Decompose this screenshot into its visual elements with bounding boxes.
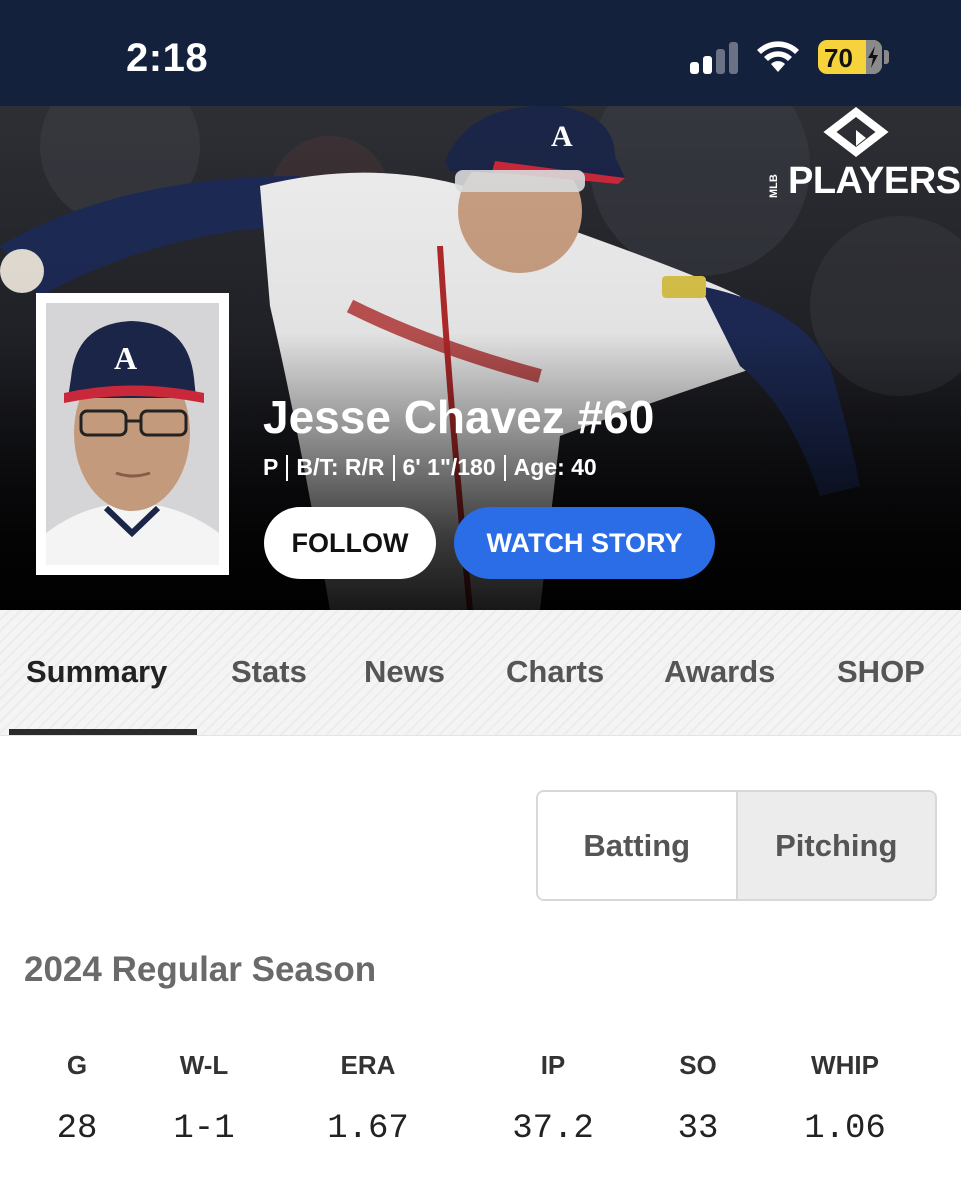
season-title: 2024 Regular Season — [24, 950, 377, 989]
status-time: 2:18 — [126, 36, 209, 80]
active-tab-indicator — [9, 729, 197, 735]
stat-column: ERA 1.67 — [298, 1040, 438, 1148]
stat-column: IP 37.2 — [483, 1040, 623, 1148]
stat-column: G 28 — [7, 1040, 147, 1148]
battery-percent: 70 — [824, 43, 853, 73]
pitching-toggle-button[interactable]: Pitching — [735, 792, 935, 899]
meta-divider — [286, 454, 289, 481]
season-stats-table: G 28 W-L 1-1 ERA 1.67 IP 37.2 SO 33 WHIP… — [0, 1040, 961, 1170]
profile-tabs: Summary Stats News Charts Awards SHOP — [0, 610, 961, 736]
watch-story-button[interactable]: WATCH STORY — [454, 507, 715, 579]
player-meta: P B/T: R/R 6' 1"/180 Age: 40 — [263, 454, 597, 481]
player-position: P — [263, 454, 279, 480]
tab-news[interactable]: News — [364, 654, 445, 690]
svg-text:A: A — [114, 340, 137, 376]
cellular-signal-icon — [690, 42, 742, 74]
follow-button[interactable]: FOLLOW — [264, 507, 436, 579]
stat-header: G — [66, 1050, 88, 1080]
stat-value: 33 — [677, 1110, 719, 1148]
stat-type-toggle: Batting Pitching — [536, 790, 937, 901]
player-name: Jesse Chavez #60 — [263, 391, 655, 443]
stat-value: 1-1 — [173, 1110, 235, 1148]
stat-header: SO — [679, 1050, 717, 1080]
headshot-image: A — [46, 303, 219, 565]
tab-shop[interactable]: SHOP — [837, 654, 925, 690]
stat-header: ERA — [340, 1050, 396, 1080]
tab-stats[interactable]: Stats — [231, 654, 307, 690]
tab-awards[interactable]: Awards — [664, 654, 775, 690]
stat-value: 28 — [56, 1110, 98, 1148]
logo-mlb-text: MLB — [768, 174, 780, 198]
stat-header: W-L — [179, 1050, 229, 1080]
stat-column: SO 33 — [628, 1040, 768, 1148]
player-height-weight: 6' 1"/180 — [402, 454, 496, 480]
tab-charts[interactable]: Charts — [506, 654, 604, 690]
battery-cap — [884, 50, 889, 64]
stat-value: 1.67 — [327, 1110, 409, 1148]
player-bats-throws: B/T: R/R — [296, 454, 385, 480]
player-age: Age: 40 — [513, 454, 597, 480]
meta-divider — [392, 454, 395, 481]
battery-indicator: 70 — [818, 40, 882, 74]
batting-toggle-button[interactable]: Batting — [538, 792, 736, 899]
stat-column: WHIP 1.06 — [775, 1040, 915, 1148]
stat-column: W-L 1-1 — [134, 1040, 274, 1148]
player-hero: A MLB PLAYERS A Jesse Chavez #60 P B/T: … — [0, 106, 961, 610]
stat-value: 37.2 — [512, 1110, 594, 1148]
stat-header: WHIP — [811, 1050, 879, 1080]
bolt-icon — [868, 46, 878, 68]
player-headshot: A — [36, 293, 229, 575]
meta-divider — [503, 454, 506, 481]
stat-value: 1.06 — [804, 1110, 886, 1148]
stat-header: IP — [540, 1050, 566, 1080]
logo-players-text: PLAYERS — [788, 160, 961, 202]
wifi-icon — [757, 41, 799, 72]
status-bar: 2:18 70 — [0, 0, 961, 106]
tab-summary[interactable]: Summary — [26, 654, 167, 690]
